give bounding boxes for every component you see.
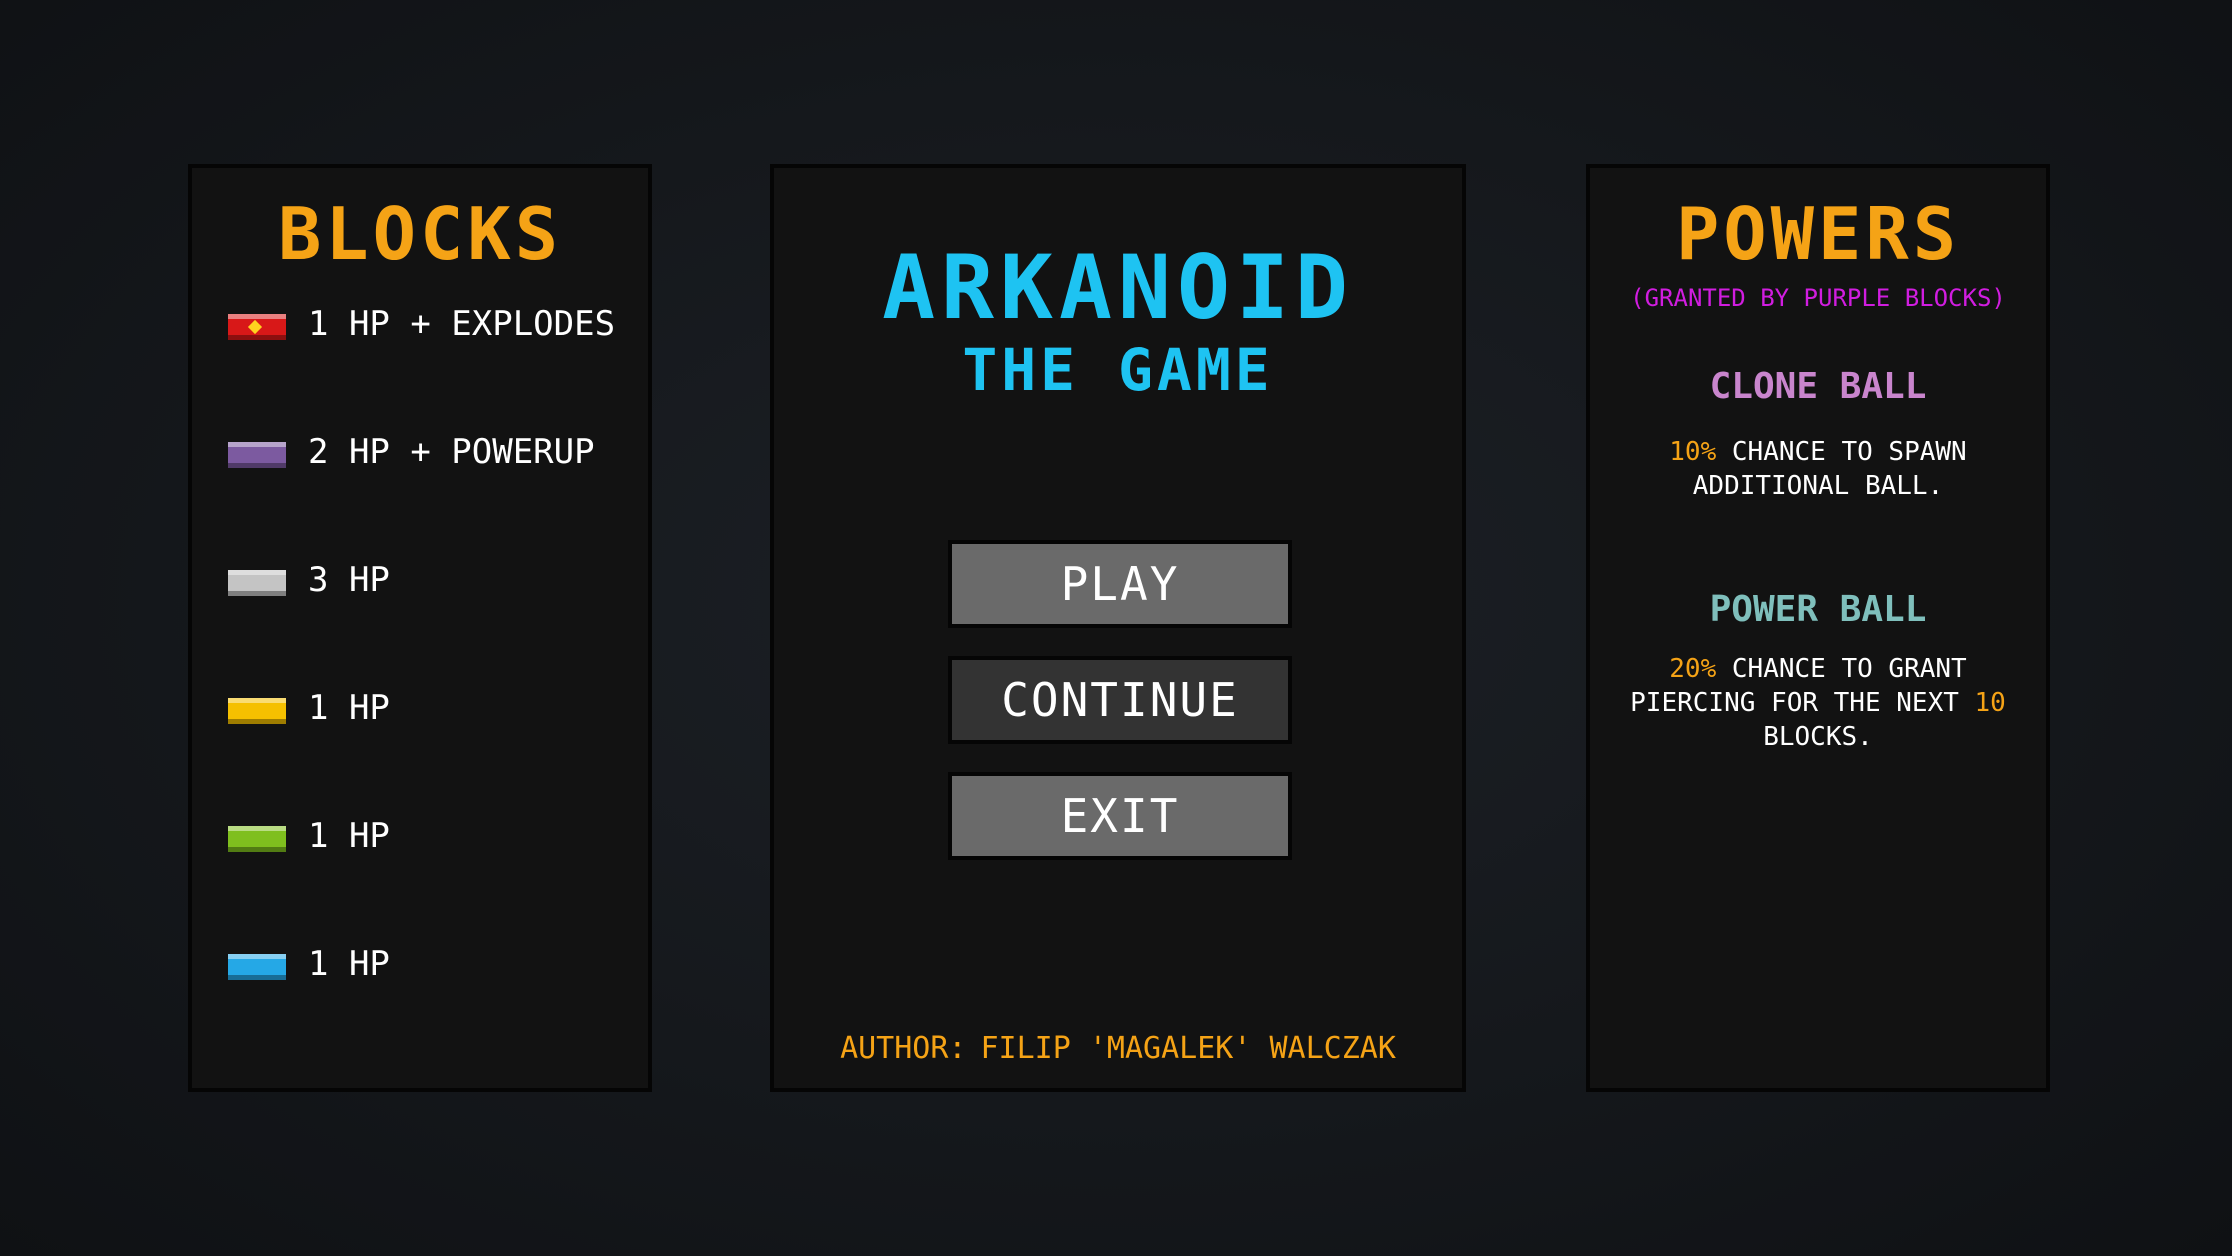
green-block-icon xyxy=(228,826,286,852)
block-label: 2 HP + POWERUP xyxy=(308,432,595,472)
game-title: ARKANOID xyxy=(882,236,1354,339)
author-label: AUTHOR: xyxy=(840,1031,967,1066)
power-ball-desc-text: CHANCE TO GRANT xyxy=(1716,654,1967,684)
block-legend-item: 1 HP xyxy=(228,810,615,938)
block-legend-item: 1 HP + EXPLODES xyxy=(228,298,615,426)
block-label: 1 HP xyxy=(308,688,390,728)
block-legend-item: 2 HP + POWERUP xyxy=(228,426,615,554)
author-credit: AUTHOR: FILIP 'MAGALEK' WALCZAK xyxy=(774,1031,1462,1066)
clone-ball-desc-text: CHANCE TO SPAWN xyxy=(1716,437,1967,467)
powers-title: POWERS xyxy=(1675,192,1961,276)
block-label: 1 HP xyxy=(308,944,390,984)
block-legend-item: 1 HP xyxy=(228,938,615,1066)
power-ball-description: 20% CHANCE TO GRANT PIERCING FOR THE NEX… xyxy=(1590,652,2046,754)
main-menu-panel: ARKANOID THE GAME PLAY CONTINUE EXIT AUT… xyxy=(770,164,1466,1092)
block-legend-list: 1 HP + EXPLODES 2 HP + POWERUP 3 HP 1 HP… xyxy=(228,298,615,1066)
yellow-block-icon xyxy=(228,698,286,724)
blocks-title: BLOCKS xyxy=(277,192,563,276)
powers-subtitle: (GRANTED BY PURPLE BLOCKS) xyxy=(1630,284,2006,312)
author-name: FILIP 'MAGALEK' WALCZAK xyxy=(980,1031,1396,1066)
silver-block-icon xyxy=(228,570,286,596)
play-button[interactable]: PLAY xyxy=(948,540,1292,628)
clone-ball-description: 10% CHANCE TO SPAWN ADDITIONAL BALL. xyxy=(1590,435,2046,503)
block-label: 1 HP xyxy=(308,816,390,856)
exit-button[interactable]: EXIT xyxy=(948,772,1292,860)
blocks-panel: BLOCKS 1 HP + EXPLODES 2 HP + POWERUP 3 … xyxy=(188,164,652,1092)
block-label: 3 HP xyxy=(308,560,390,600)
power-ball-chance: 20% xyxy=(1669,654,1717,684)
clone-ball-chance: 10% xyxy=(1669,437,1717,467)
explosive-block-icon xyxy=(228,314,286,340)
block-legend-item: 1 HP xyxy=(228,682,615,810)
clone-ball-desc-text: ADDITIONAL BALL. xyxy=(1692,471,1944,501)
clone-ball-title: CLONE BALL xyxy=(1709,366,1927,407)
powers-panel: POWERS (GRANTED BY PURPLE BLOCKS) CLONE … xyxy=(1586,164,2050,1092)
power-ball-desc-text: PIERCING FOR THE NEXT xyxy=(1630,688,1975,718)
powerup-block-icon xyxy=(228,442,286,468)
blue-block-icon xyxy=(228,954,286,980)
explosion-marker-icon xyxy=(247,319,263,335)
block-legend-item: 3 HP xyxy=(228,554,615,682)
power-ball-title: POWER BALL xyxy=(1709,589,1927,630)
continue-button[interactable]: CONTINUE xyxy=(948,656,1292,744)
power-ball-block-count: 10 xyxy=(1974,688,2006,718)
power-ball-desc-text: BLOCKS. xyxy=(1763,722,1873,752)
game-subtitle: THE GAME xyxy=(962,336,1274,404)
block-label: 1 HP + EXPLODES xyxy=(308,304,616,344)
